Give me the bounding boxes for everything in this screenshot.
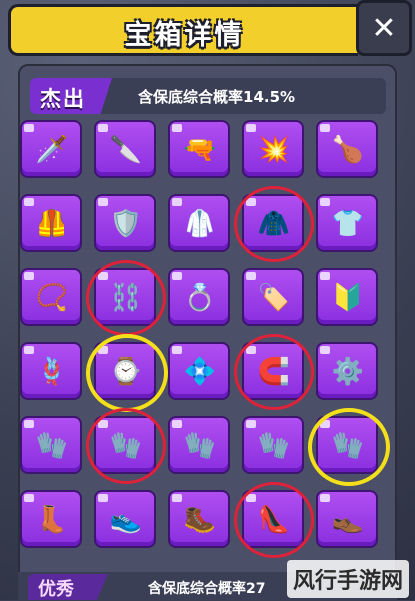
item-type-icon bbox=[320, 124, 330, 132]
item-type-icon bbox=[172, 494, 182, 502]
page-title: 宝箱详情 bbox=[124, 20, 245, 51]
item-type-icon bbox=[24, 124, 34, 132]
item-cell[interactable]: 🧤 bbox=[20, 416, 82, 474]
item-cell[interactable]: 📿 bbox=[20, 268, 82, 326]
item-type-icon bbox=[320, 346, 330, 354]
red-highlight-circle bbox=[86, 260, 166, 336]
item-type-icon bbox=[246, 272, 256, 280]
item-cell[interactable]: 👕 bbox=[316, 194, 378, 252]
item-icon: 🦺 bbox=[35, 209, 69, 239]
item-cell[interactable]: 👟 bbox=[94, 490, 156, 548]
yellow-highlight-circle bbox=[86, 334, 168, 412]
item-icon: 🛡️ bbox=[109, 209, 143, 239]
item-cell[interactable]: 🗡️ bbox=[20, 120, 82, 178]
item-icon: 💠 bbox=[183, 357, 217, 387]
item-type-icon bbox=[320, 494, 330, 502]
red-highlight-circle bbox=[86, 408, 166, 484]
item-icon: 🗡️ bbox=[35, 135, 69, 165]
item-cell[interactable]: 🥾 bbox=[168, 490, 230, 548]
item-cell[interactable]: 💍 bbox=[168, 268, 230, 326]
item-type-icon bbox=[98, 494, 108, 502]
header-bar: 宝箱详情 bbox=[8, 4, 358, 56]
item-icon: 🍗 bbox=[331, 135, 365, 165]
item-cell[interactable]: 🧤 bbox=[168, 416, 230, 474]
item-cell[interactable]: 👞 bbox=[316, 490, 378, 548]
item-type-icon bbox=[24, 494, 34, 502]
item-icon: 🧤 bbox=[35, 431, 69, 461]
item-icon: 🧤 bbox=[183, 431, 217, 461]
item-type-icon bbox=[172, 420, 182, 428]
item-type-icon bbox=[24, 346, 34, 354]
item-cell[interactable]: 🔫 bbox=[168, 120, 230, 178]
item-icon: 💍 bbox=[183, 283, 217, 313]
item-icon: 🧤 bbox=[257, 431, 291, 461]
item-type-icon bbox=[24, 198, 34, 206]
next-category-probability: 含保底综合概率27 bbox=[148, 581, 266, 597]
item-icon: 🏷️ bbox=[257, 283, 291, 313]
item-type-icon bbox=[246, 124, 256, 132]
item-cell[interactable]: 💥 bbox=[242, 120, 304, 178]
item-icon: ⚙️ bbox=[331, 357, 365, 387]
close-icon: ✕ bbox=[371, 10, 397, 46]
item-type-icon bbox=[172, 272, 182, 280]
item-type-icon bbox=[246, 420, 256, 428]
item-cell[interactable]: 🦺 bbox=[20, 194, 82, 252]
item-icon: 👢 bbox=[35, 505, 69, 535]
item-icon: 👞 bbox=[331, 505, 365, 535]
item-icon: 👕 bbox=[331, 209, 365, 239]
close-button[interactable]: ✕ bbox=[356, 0, 412, 56]
item-cell[interactable]: 🏷️ bbox=[242, 268, 304, 326]
item-cell[interactable]: ⚙️ bbox=[316, 342, 378, 400]
red-highlight-circle bbox=[234, 334, 314, 410]
item-cell[interactable]: 🧤 bbox=[242, 416, 304, 474]
item-cell[interactable]: 🛡️ bbox=[94, 194, 156, 252]
category-bar: 杰出 含保底综合概率14.5% bbox=[30, 78, 386, 114]
item-type-icon bbox=[24, 272, 34, 280]
item-cell[interactable]: 🥼 bbox=[168, 194, 230, 252]
item-icon: 🔫 bbox=[183, 135, 217, 165]
item-cell[interactable]: 🔰 bbox=[316, 268, 378, 326]
item-cell[interactable]: 🍗 bbox=[316, 120, 378, 178]
yellow-highlight-circle bbox=[308, 408, 390, 486]
category-probability: 含保底综合概率14.5% bbox=[138, 88, 296, 106]
item-type-icon bbox=[172, 124, 182, 132]
item-icon: 🔰 bbox=[331, 283, 365, 313]
category-name: 杰出 bbox=[40, 87, 86, 111]
item-cell[interactable]: 💠 bbox=[168, 342, 230, 400]
item-icon: 🪢 bbox=[35, 357, 69, 387]
item-type-icon bbox=[172, 198, 182, 206]
item-icon: 🔪 bbox=[109, 135, 143, 165]
item-icon: 👟 bbox=[109, 505, 143, 535]
red-highlight-circle bbox=[234, 186, 314, 262]
item-cell[interactable]: 🔪 bbox=[94, 120, 156, 178]
watermark: 风行手游网 bbox=[286, 560, 409, 598]
item-cell[interactable]: 👢 bbox=[20, 490, 82, 548]
item-type-icon bbox=[98, 124, 108, 132]
item-icon: 💥 bbox=[257, 135, 291, 165]
item-type-icon bbox=[98, 198, 108, 206]
item-icon: 🥾 bbox=[183, 505, 217, 535]
item-type-icon bbox=[320, 198, 330, 206]
item-type-icon bbox=[172, 346, 182, 354]
item-type-icon bbox=[24, 420, 34, 428]
item-icon: 📿 bbox=[35, 283, 69, 313]
item-type-icon bbox=[320, 272, 330, 280]
item-cell[interactable]: 🪢 bbox=[20, 342, 82, 400]
item-icon: 🥼 bbox=[183, 209, 217, 239]
red-highlight-circle bbox=[234, 482, 314, 558]
next-category-name: 优秀 bbox=[38, 579, 74, 600]
